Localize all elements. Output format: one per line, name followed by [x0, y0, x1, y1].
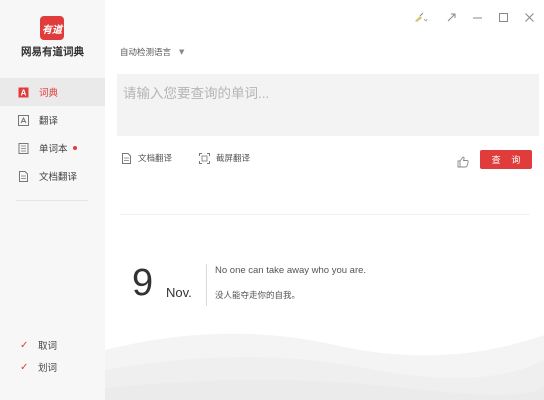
sidebar-item-label: 单词本: [39, 144, 68, 155]
check-icon: ✓: [20, 361, 29, 373]
screenshot-translate-label: 截屏翻译: [216, 154, 251, 164]
doc-translate-label: 文档翻译: [138, 154, 173, 164]
thumbs-up-icon: [457, 156, 469, 168]
main-panel: 自动检测语言 ▼ 文档翻译 截屏翻译 查 询 9 Nov. No one can…: [105, 0, 544, 400]
daily-quote-english: No one can take away who you are.: [215, 265, 367, 276]
doc-translate-button[interactable]: 文档翻译: [121, 152, 172, 164]
capture-word-label: 取词: [38, 341, 58, 352]
quote-separator: [206, 264, 207, 306]
divider: [120, 214, 530, 215]
language-select-value: 自动检测语言: [120, 48, 172, 58]
svg-text:A: A: [21, 88, 27, 97]
app-name: 网易有道词典: [21, 46, 84, 58]
query-button[interactable]: 查 询: [480, 150, 532, 169]
sidebar-item-translate[interactable]: 翻译: [0, 106, 105, 134]
sidebar-item-document-translate[interactable]: 文档翻译: [0, 162, 105, 190]
like-button[interactable]: [457, 153, 469, 168]
maximize-icon: [498, 8, 509, 27]
chevron-down-icon: ▼: [179, 48, 185, 56]
search-input[interactable]: [117, 74, 539, 136]
sidebar: 有道 网易有道词典 A 词典 翻译 单词本 文档翻译 ✓ 取词 ✓ 划词: [0, 0, 105, 400]
daily-quote-chinese: 没人能夺走你的自我。: [215, 291, 301, 301]
notification-dot: [72, 146, 77, 150]
document-icon: [18, 170, 29, 182]
check-icon: ✓: [20, 339, 29, 351]
mini-mode-icon: [446, 8, 457, 27]
dictionary-icon: A: [18, 87, 29, 98]
sidebar-item-wordbook[interactable]: 单词本: [0, 134, 105, 162]
wordbook-icon: [18, 142, 29, 154]
decorative-wave: [105, 333, 544, 400]
minimize-button[interactable]: [470, 10, 484, 24]
mini-mode-button[interactable]: [444, 10, 458, 24]
sidebar-item-label: 翻译: [39, 116, 59, 127]
select-word-toggle[interactable]: ✓ 划词: [20, 360, 58, 375]
close-button[interactable]: [522, 10, 536, 24]
translate-icon: [18, 114, 29, 126]
daily-day: 9: [132, 262, 154, 304]
skin-icon: [414, 8, 428, 27]
maximize-button[interactable]: [496, 10, 510, 24]
app-logo-icon: 有道: [40, 16, 64, 40]
daily-month: Nov.: [166, 285, 192, 300]
sidebar-divider: [16, 200, 88, 201]
language-select[interactable]: 自动检测语言 ▼: [120, 46, 184, 58]
sidebar-item-dictionary[interactable]: A 词典: [0, 78, 105, 106]
sidebar-item-label: 词典: [39, 88, 59, 99]
skin-button[interactable]: [410, 10, 432, 24]
capture-word-toggle[interactable]: ✓ 取词: [20, 338, 58, 353]
select-word-label: 划词: [38, 363, 58, 374]
close-icon: [524, 8, 535, 27]
sidebar-item-label: 文档翻译: [39, 172, 78, 183]
minimize-icon: [472, 8, 483, 27]
window-controls: [410, 10, 536, 24]
screenshot-icon: [199, 152, 210, 164]
screenshot-translate-button[interactable]: 截屏翻译: [199, 152, 250, 164]
document-icon: [122, 152, 131, 164]
